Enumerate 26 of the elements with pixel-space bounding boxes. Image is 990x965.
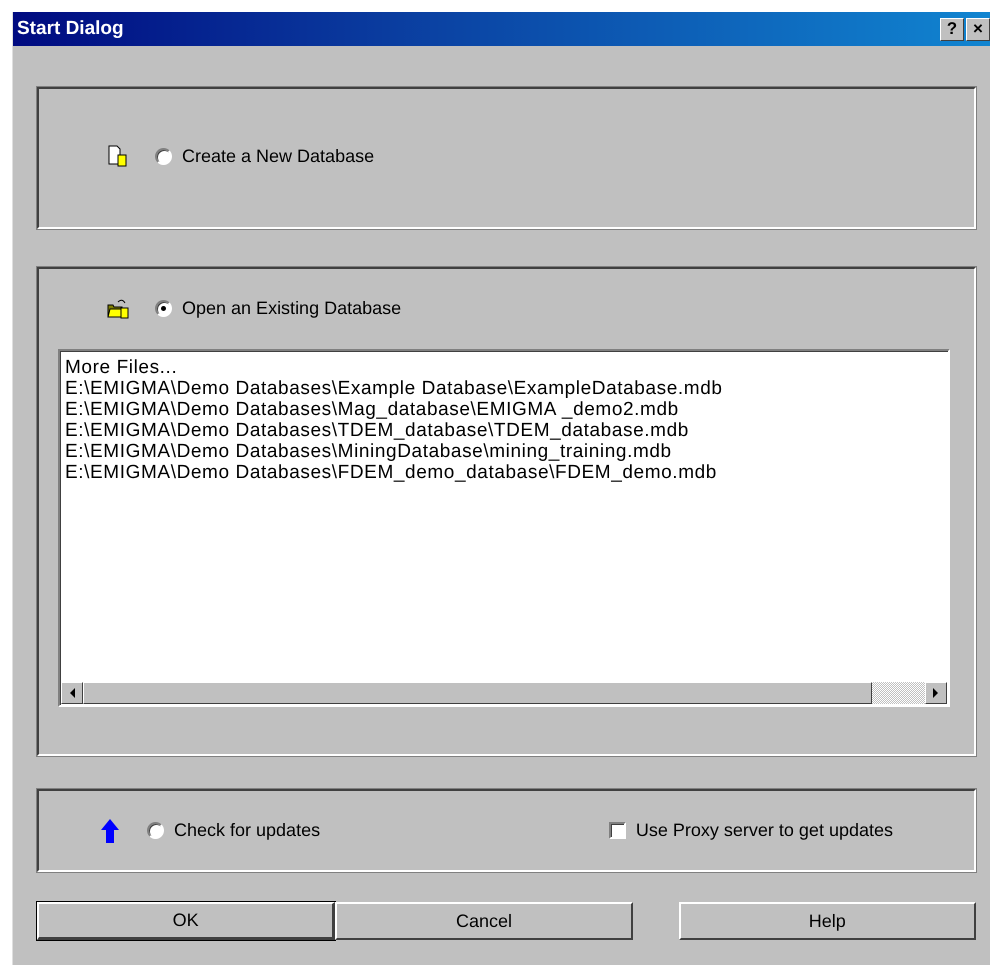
radio-button[interactable]: [147, 822, 164, 839]
close-button[interactable]: ×: [966, 18, 990, 40]
open-folder-icon: [107, 297, 129, 319]
dialog-button[interactable]: Cancel: [335, 902, 633, 940]
file-list[interactable]: [58, 349, 950, 707]
option-label: Check for updates: [174, 820, 320, 841]
file-item[interactable]: E:\EMIGMA\Demo Databases\TDEM_database\TDEM_database.mdb: [65, 420, 943, 441]
radio-button[interactable]: [155, 148, 172, 164]
new-file-icon: [108, 145, 128, 167]
checkbox-label: Use Proxy server to get updates: [636, 820, 893, 841]
file-item[interactable]: More Files...: [65, 357, 943, 378]
file-item[interactable]: E:\EMIGMA\Demo Databases\Example Database\ExampleDatabase.mdb: [65, 378, 943, 399]
dialog-button[interactable]: Help: [678, 902, 976, 940]
window-title: Start Dialog: [17, 18, 124, 40]
help-button[interactable]: ?: [940, 18, 964, 40]
checkbox[interactable]: [608, 822, 626, 839]
right-arrow-icon[interactable]: [933, 688, 939, 698]
file-item[interactable]: E:\EMIGMA\Demo Databases\FDEM_demo_database\FDEM_demo.mdb: [65, 462, 943, 483]
file-item[interactable]: E:\EMIGMA\Demo Databases\MiningDatabase\mining_training.mdb: [65, 441, 943, 462]
option-label: Create a New Database: [182, 146, 374, 166]
up-arrow-icon: [101, 818, 119, 842]
radio-button[interactable]: [155, 300, 172, 316]
dialog-button[interactable]: OK: [37, 902, 336, 940]
option-label: Open an Existing Database: [182, 298, 402, 318]
left-arrow-icon[interactable]: [69, 688, 75, 698]
file-item[interactable]: E:\EMIGMA\Demo Databases\Mag_database\EMIGMA _demo2.mdb: [65, 399, 943, 420]
